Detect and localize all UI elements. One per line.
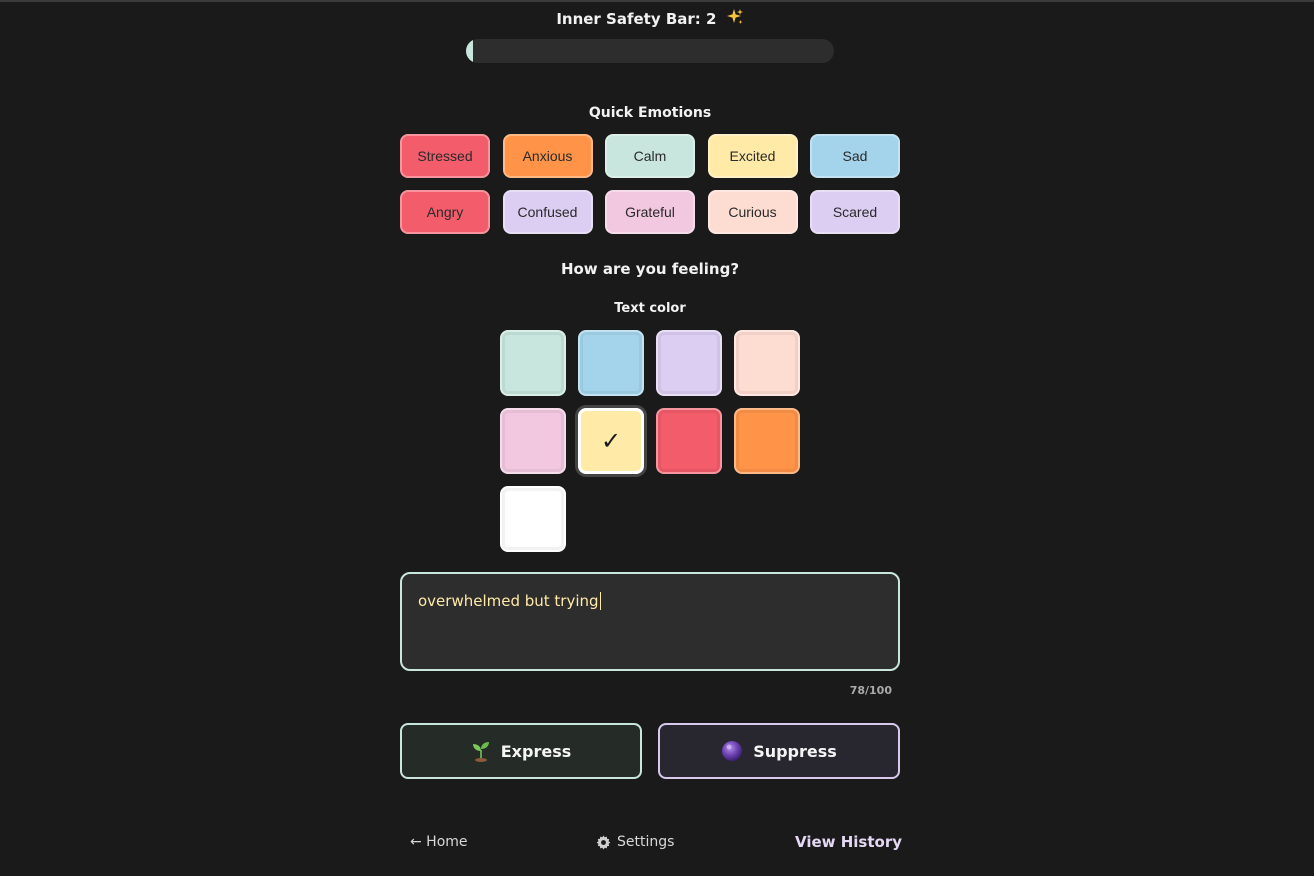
color-swatch[interactable] — [500, 486, 566, 552]
gear-icon — [596, 834, 611, 850]
feeling-prompt: How are you feeling? — [560, 260, 740, 278]
color-swatch[interactable] — [656, 408, 722, 474]
app-container: Inner Safety Bar: 2 Quick Emotions Stres… — [0, 0, 1314, 876]
quick-emotions-grid: Stressed Anxious Calm Excited Sad Angry Confus… — [400, 134, 900, 234]
color-swatch[interactable]: ✓ — [578, 408, 644, 474]
text-color-picker: ✓ — [500, 330, 800, 552]
color-swatch[interactable] — [500, 330, 566, 396]
emotion-button-angry[interactable]: Angry — [400, 190, 490, 234]
view-history-label: View History — [795, 833, 903, 851]
emotion-button-excited[interactable]: Excited — [707, 134, 798, 178]
safety-progress-bar — [466, 39, 834, 63]
color-swatch[interactable] — [656, 330, 722, 396]
emotion-button-stressed[interactable]: Stressed — [400, 134, 490, 178]
quick-emotions-label: Quick Emotions — [588, 105, 712, 121]
feeling-input[interactable]: overwhelmed but trying — [400, 572, 900, 671]
emotion-button-scared[interactable]: Scared — [810, 190, 900, 234]
emotion-button-confused[interactable]: Confused — [502, 190, 593, 234]
safety-progress-fill — [466, 39, 474, 63]
emotion-button-grateful[interactable]: Grateful — [605, 190, 695, 234]
express-button[interactable]: Express — [400, 723, 642, 779]
checkmark-icon: ✓ — [600, 427, 622, 455]
purple-orb-icon — [721, 740, 743, 762]
emotion-button-sad[interactable]: Sad — [810, 134, 900, 178]
express-label: Express — [500, 741, 572, 761]
emotion-button-calm[interactable]: Calm — [605, 134, 695, 178]
emotion-button-anxious[interactable]: Anxious — [502, 134, 593, 178]
suppress-button[interactable]: Suppress — [658, 723, 900, 779]
safety-bar-title-text: Inner Safety Bar: 2 — [556, 10, 717, 28]
home-link[interactable]: ← Home — [410, 834, 468, 850]
color-swatch[interactable] — [500, 408, 566, 474]
suppress-label: Suppress — [753, 741, 837, 761]
settings-link-label: Settings — [617, 834, 675, 850]
seedling-icon — [471, 740, 491, 762]
safety-bar-title: Inner Safety Bar: 2 — [0, 8, 1300, 30]
color-swatch[interactable] — [734, 330, 800, 396]
color-swatch[interactable] — [578, 330, 644, 396]
home-link-label: ← Home — [410, 834, 468, 850]
text-caret — [599, 592, 601, 610]
settings-link[interactable]: Settings — [596, 834, 674, 850]
feeling-input-value: overwhelmed but trying — [418, 592, 599, 610]
sparkles-icon — [726, 8, 744, 30]
view-history-link[interactable]: View History — [795, 833, 902, 851]
text-color-label: Text color — [614, 301, 686, 316]
emotion-button-curious[interactable]: Curious — [707, 190, 798, 234]
color-swatch[interactable] — [734, 408, 800, 474]
character-counter: 78/100 — [849, 684, 892, 697]
